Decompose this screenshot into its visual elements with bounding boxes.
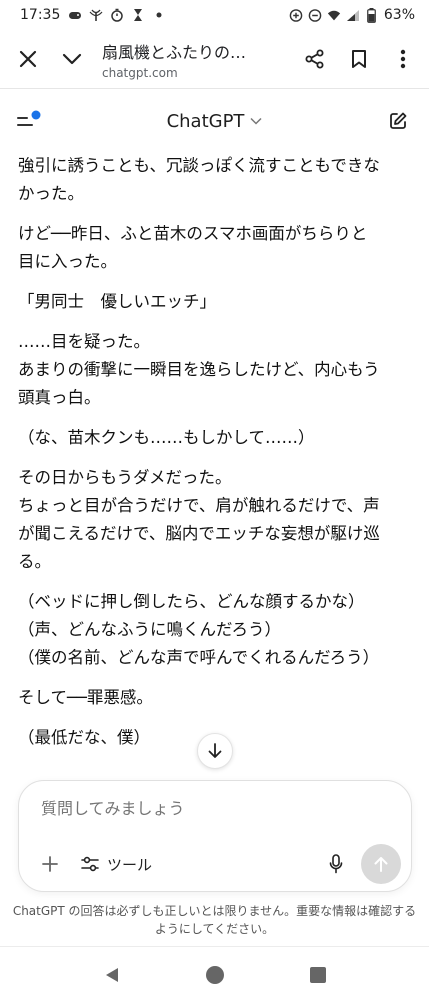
mic-icon <box>329 854 343 874</box>
data-saver-icon <box>289 8 303 22</box>
battery-icon <box>365 7 379 23</box>
nav-recents-button[interactable] <box>298 955 338 995</box>
send-arrow-icon <box>374 857 388 872</box>
paragraph: その日からもうダメだった。 ちょっと目が合うだけで、肩が触れるだけで、声 が聞こ… <box>18 464 414 576</box>
menu-icon <box>17 110 41 126</box>
antenna-icon <box>89 8 103 22</box>
assistant-message: 強引に誘うことも、冗談っぽく流すこともできな かった。 けど──昨日、ふと苗木の… <box>18 152 414 778</box>
sidebar-menu-button[interactable] <box>14 108 44 134</box>
voice-input-button[interactable] <box>321 849 351 879</box>
notification-dot <box>31 110 41 120</box>
new-chat-icon <box>390 112 407 129</box>
tools-label: ツール <box>107 855 153 874</box>
attach-button[interactable] <box>37 851 63 877</box>
paragraph: （ベッドに押し倒したら、どんな顔するかな） （声、どんなふうに鳴くんだろう） （… <box>18 588 414 672</box>
status-bar: 17:35 63% <box>0 0 429 30</box>
scroll-to-bottom-button[interactable] <box>197 733 233 769</box>
battery-level: 63% <box>383 7 415 23</box>
message-line: その日からもうダメだった。 <box>18 468 232 487</box>
status-time: 17:35 <box>20 7 61 23</box>
paragraph: けど──昨日、ふと苗木のスマホ画面がちらりと 目に入った。 <box>18 220 414 276</box>
bookmark-icon <box>352 50 366 68</box>
recents-square-icon <box>309 967 326 983</box>
tab-dropdown-button[interactable] <box>50 37 94 81</box>
message-line: かった。 <box>18 184 84 203</box>
message-line: （声、どんなふうに鳴くんだろう） <box>18 620 282 639</box>
message-line: けど──昨日、ふと苗木のスマホ画面がちらりと <box>18 224 368 243</box>
dnd-icon <box>308 8 322 22</box>
app-title-label: ChatGPT <box>166 110 245 132</box>
chevron-down-icon <box>250 117 262 125</box>
message-line: 頭真っ白。 <box>18 388 101 407</box>
message-line: （僕の名前、どんな声で呼んでくれるんだろう） <box>18 648 380 667</box>
tools-icon <box>81 856 99 872</box>
dot-icon <box>152 8 166 22</box>
message-line: （な、苗木クンも……もしかして……） <box>18 428 315 447</box>
disclaimer-text: ChatGPT の回答は必ずしも正しいとは限りません。重要な情報は確認するように… <box>12 904 417 936</box>
model-selector[interactable]: ChatGPT <box>167 111 263 132</box>
bookmark-button[interactable] <box>337 37 381 81</box>
hourglass-icon <box>131 8 145 22</box>
plus-icon <box>42 856 58 872</box>
prompt-input[interactable] <box>41 799 381 818</box>
message-line: ……目を疑った。 <box>18 332 150 351</box>
message-line: あまりの衝撃に一瞬目を逸らしたけど、内心もう <box>18 360 380 379</box>
paragraph: そして──罪悪感。 <box>18 684 414 712</box>
message-line: （ベッドに押し倒したら、どんな顔するかな） <box>18 592 365 611</box>
share-icon <box>305 49 324 69</box>
message-line: 「男同士 優しいエッチ」 <box>18 292 216 311</box>
composer: ツール <box>18 780 412 892</box>
new-chat-button[interactable] <box>385 108 411 134</box>
nav-back-button[interactable] <box>92 955 132 995</box>
game-controller-icon <box>68 8 82 22</box>
message-line: 目に入った。 <box>18 252 117 271</box>
signal-icon <box>346 8 360 22</box>
arrow-down-icon <box>208 743 222 758</box>
system-nav-bar <box>0 950 429 1000</box>
message-line: ちょっと目が合うだけで、肩が触れるだけで、声 <box>18 496 380 515</box>
toolbar-divider <box>0 88 429 89</box>
page-title: 扇風機とふたりの… <box>102 42 247 62</box>
page-url: chatgpt.com <box>102 65 178 80</box>
message-line: る。 <box>18 552 51 571</box>
paragraph: （な、苗木クンも……もしかして……） <box>18 424 414 452</box>
stopwatch-icon <box>110 8 124 22</box>
paragraph: 「男同士 優しいエッチ」 <box>18 288 414 316</box>
home-circle-icon <box>205 966 224 984</box>
close-tab-button[interactable] <box>6 37 50 81</box>
paragraph: ……目を疑った。 あまりの衝撃に一瞬目を逸らしたけど、内心もう 頭真っ白。 <box>18 328 414 412</box>
more-icon <box>400 49 406 69</box>
custom-tab-toolbar: 扇風機とふたりの… chatgpt.com <box>0 30 429 88</box>
app-header: ChatGPT <box>0 96 429 146</box>
send-button[interactable] <box>361 844 401 884</box>
tab-title-area[interactable]: 扇風機とふたりの… chatgpt.com <box>94 39 293 80</box>
back-triangle-icon <box>105 968 118 982</box>
message-line: そして──罪悪感。 <box>18 688 153 707</box>
message-line: 強引に誘うことも、冗談っぽく流すこともできな <box>18 156 380 175</box>
paragraph: 強引に誘うことも、冗談っぽく流すこともできな かった。 <box>18 152 414 208</box>
chevron-down-icon <box>62 53 82 65</box>
more-options-button[interactable] <box>381 37 425 81</box>
nav-divider <box>0 946 429 947</box>
nav-home-button[interactable] <box>195 955 235 995</box>
close-icon <box>19 50 37 68</box>
wifi-icon <box>327 8 341 22</box>
tools-button[interactable]: ツール <box>81 849 152 879</box>
share-button[interactable] <box>293 37 337 81</box>
message-line: が聞こえるだけで、脳内でエッチな妄想が駆け巡 <box>18 524 380 543</box>
